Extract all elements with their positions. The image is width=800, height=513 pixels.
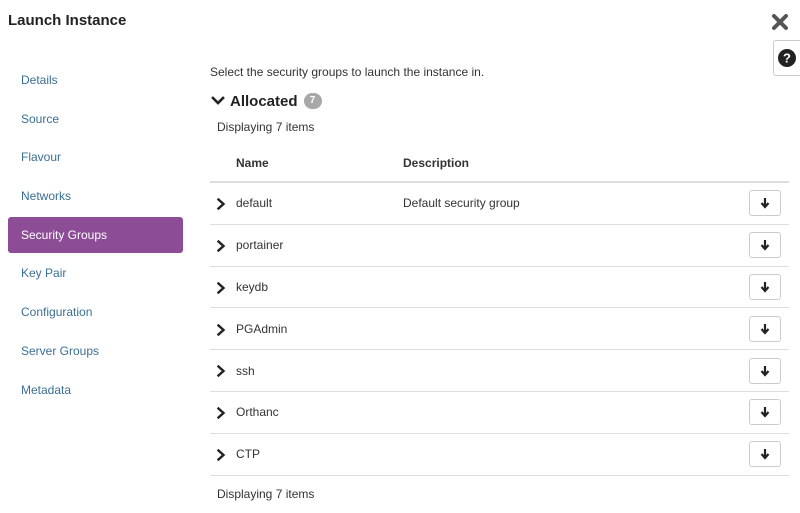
item-count-top: Displaying 7 items xyxy=(217,120,315,134)
nav-item-flavour[interactable]: Flavour xyxy=(8,139,183,175)
security-group-description: Default security group xyxy=(403,182,747,225)
deallocate-button[interactable] xyxy=(749,273,781,300)
security-group-name: Orthanc xyxy=(236,391,403,434)
close-button[interactable] xyxy=(770,11,790,33)
arrow-down-icon xyxy=(760,281,770,293)
expand-cell xyxy=(210,224,236,267)
security-group-description xyxy=(403,266,747,309)
chevron-right-icon[interactable] xyxy=(215,281,227,294)
chevron-right-icon[interactable] xyxy=(215,240,227,253)
security-group-name: portainer xyxy=(236,224,403,267)
expand-cell xyxy=(210,307,236,351)
deallocate-button[interactable] xyxy=(749,441,781,468)
security-group-description xyxy=(403,349,747,392)
security-group-description xyxy=(403,391,747,434)
modal-title: Launch Instance xyxy=(8,12,127,29)
table-header-row: Name Description xyxy=(210,145,789,183)
action-cell xyxy=(747,349,789,392)
nav-item-security-groups[interactable]: Security Groups xyxy=(8,216,183,253)
table-row: PGAdmin xyxy=(210,307,789,351)
nav-item-source[interactable]: Source xyxy=(8,101,183,137)
security-group-name: default xyxy=(236,182,403,225)
table-row: portainer xyxy=(210,224,789,267)
nav-item-networks[interactable]: Networks xyxy=(8,178,183,214)
action-cell xyxy=(747,433,789,476)
arrow-down-icon xyxy=(760,365,770,377)
chevron-right-icon[interactable] xyxy=(215,198,227,211)
wizard-nav: Details Source Flavour Networks Security Gro… xyxy=(8,62,183,410)
allocated-table: Name Description default Default security… xyxy=(210,145,789,476)
table-row: default Default security group xyxy=(210,182,789,225)
table-row: Orthanc xyxy=(210,391,789,434)
deallocate-button[interactable] xyxy=(749,315,781,342)
name-column-header: Name xyxy=(236,145,403,183)
chevron-right-icon[interactable] xyxy=(215,449,227,461)
expand-cell xyxy=(210,433,236,476)
security-group-name: PGAdmin xyxy=(236,307,403,351)
expand-cell xyxy=(210,182,236,225)
action-cell xyxy=(747,224,789,267)
action-cell xyxy=(747,182,789,225)
expand-cell xyxy=(210,266,236,309)
item-count-bottom: Displaying 7 items xyxy=(217,486,315,501)
security-group-name: ssh xyxy=(236,349,403,392)
security-group-description xyxy=(403,224,747,267)
table-row: ssh xyxy=(210,349,789,392)
chevron-right-icon[interactable] xyxy=(215,323,227,336)
expand-column-header xyxy=(210,145,236,183)
action-column-header xyxy=(747,145,789,183)
deallocate-button[interactable] xyxy=(749,399,781,426)
security-groups-panel: Select the security groups to launch the… xyxy=(210,62,789,501)
chevron-right-icon[interactable] xyxy=(215,407,227,420)
security-group-name: CTP xyxy=(236,433,403,476)
nav-item-metadata[interactable]: Metadata xyxy=(8,372,183,408)
action-cell xyxy=(747,307,789,351)
arrow-down-icon xyxy=(760,240,770,251)
nav-item-details[interactable]: Details xyxy=(8,62,183,98)
allocated-section-toggle[interactable]: Allocated 7 xyxy=(210,90,789,112)
allocated-count-badge: 7 xyxy=(303,93,322,109)
close-icon xyxy=(772,14,788,30)
nav-item-key-pair[interactable]: Key Pair xyxy=(8,255,183,291)
allocated-title: Allocated xyxy=(230,92,298,110)
deallocate-button[interactable] xyxy=(749,190,781,217)
intro-text: Select the security groups to launch the… xyxy=(210,65,485,79)
action-cell xyxy=(747,266,789,309)
launch-instance-modal: Launch Instance ? Details Source Flavour Ne… xyxy=(0,0,800,513)
chevron-down-icon xyxy=(211,96,225,105)
description-column-header: Description xyxy=(403,145,747,183)
chevron-right-icon[interactable] xyxy=(215,365,227,378)
deallocate-button[interactable] xyxy=(749,232,781,259)
table-row: CTP xyxy=(210,433,789,476)
arrow-down-icon xyxy=(760,407,770,419)
security-group-description xyxy=(403,433,747,476)
action-cell xyxy=(747,391,789,434)
arrow-down-icon xyxy=(760,198,770,210)
expand-cell xyxy=(210,349,236,392)
table-row: keydb xyxy=(210,266,789,309)
expand-cell xyxy=(210,391,236,434)
security-group-name: keydb xyxy=(236,266,403,309)
nav-item-configuration[interactable]: Configuration xyxy=(8,294,183,330)
security-group-description xyxy=(403,307,747,351)
nav-item-server-groups[interactable]: Server Groups xyxy=(8,333,183,369)
deallocate-button[interactable] xyxy=(749,357,781,384)
arrow-down-icon xyxy=(760,449,770,460)
arrow-down-icon xyxy=(760,323,770,335)
